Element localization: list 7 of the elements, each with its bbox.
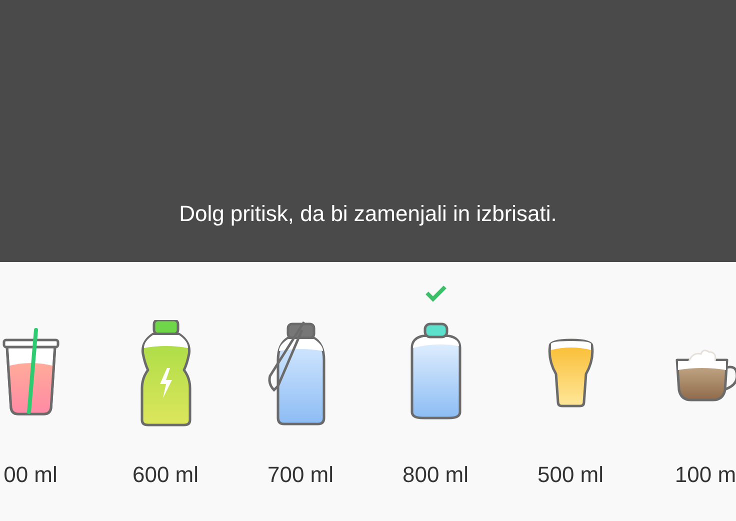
volume-label: 600 ml	[132, 461, 199, 489]
volume-label: 800 ml	[402, 461, 469, 489]
volume-label: 100 m	[674, 461, 736, 489]
volume-label: 00 ml	[4, 461, 58, 489]
hint-text: Dolg pritisk, da bi zamenjali in izbrisati.	[179, 200, 557, 228]
volume-label: 500 ml	[537, 461, 604, 489]
volume-label: 700 ml	[267, 461, 334, 489]
